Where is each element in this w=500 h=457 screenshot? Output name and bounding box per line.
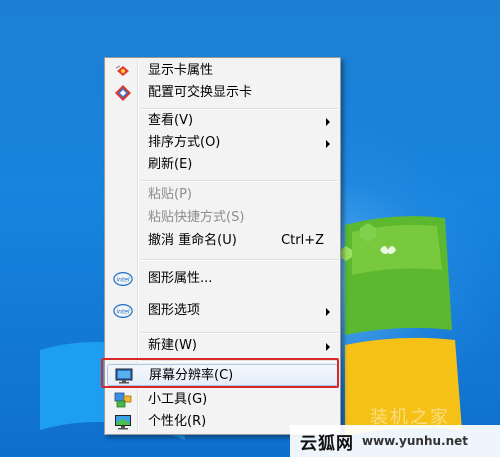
menu-item-label: 配置可交换显示卡 xyxy=(148,85,253,100)
menu-separator xyxy=(141,180,338,182)
menu-item-label: 撤消 重命名(U) xyxy=(148,233,237,248)
menu-item-label: 图形属性... xyxy=(148,271,213,286)
intel-icon: intel xyxy=(113,272,133,286)
menu-item-sort-by[interactable]: 排序方式(O) xyxy=(107,132,338,154)
menu-item-graphics-options[interactable]: intel 图形选项 xyxy=(107,300,338,322)
watermark-banner: 云狐网 www.yunhu.net xyxy=(290,425,500,457)
submenu-arrow-icon xyxy=(326,140,330,148)
svg-text:intel: intel xyxy=(117,277,130,283)
submenu-arrow-icon xyxy=(326,308,330,316)
menu-item-label: 图形选项 xyxy=(148,303,201,318)
display-card-icon xyxy=(115,65,129,76)
menu-item-label: 刷新(E) xyxy=(148,157,193,172)
menu-item-label: 小工具(G) xyxy=(148,392,208,407)
submenu-arrow-icon xyxy=(326,343,330,351)
menu-item-new[interactable]: 新建(W) xyxy=(107,335,338,357)
menu-item-label: 查看(V) xyxy=(148,113,194,128)
menu-item-undo-rename[interactable]: 撤消 重命名(U) Ctrl+Z xyxy=(107,230,338,252)
intel-icon: intel xyxy=(113,304,133,318)
menu-item-label: 粘贴快捷方式(S) xyxy=(148,210,245,225)
shortcut-label: Ctrl+Z xyxy=(281,233,324,248)
menu-item-gadgets[interactable]: 小工具(G) xyxy=(107,389,338,411)
menu-item-label: 粘贴(P) xyxy=(148,187,192,202)
menu-item-paste-shortcut: 粘贴快捷方式(S) xyxy=(107,207,338,229)
menu-item-label: 显示卡属性 xyxy=(148,63,214,78)
menu-item-refresh[interactable]: 刷新(E) xyxy=(107,154,338,176)
menu-separator xyxy=(141,259,338,261)
watermark-brand: 云狐网 xyxy=(300,433,354,454)
menu-item-configure-switchable-graphics[interactable]: 配置可交换显示卡 xyxy=(107,82,338,104)
menu-item-paste: 粘贴(P) xyxy=(107,184,338,206)
submenu-arrow-icon xyxy=(326,118,330,126)
menu-item-display-card-properties[interactable]: 显示卡属性 xyxy=(107,60,338,82)
menu-item-label: 个性化(R) xyxy=(148,414,207,429)
watermark-url: www.yunhu.net xyxy=(362,434,469,448)
menu-separator xyxy=(141,332,338,334)
menu-item-label: 新建(W) xyxy=(148,338,197,353)
switchable-graphics-icon xyxy=(115,85,131,101)
menu-item-label: 排序方式(O) xyxy=(148,135,221,150)
menu-item-view[interactable]: 查看(V) xyxy=(107,110,338,132)
personalize-icon xyxy=(115,415,131,430)
highlight-annotation-box xyxy=(101,358,339,388)
svg-text:intel: intel xyxy=(117,309,130,315)
gadgets-icon xyxy=(114,392,132,408)
menu-item-graphics-properties[interactable]: intel 图形属性... xyxy=(107,268,338,290)
